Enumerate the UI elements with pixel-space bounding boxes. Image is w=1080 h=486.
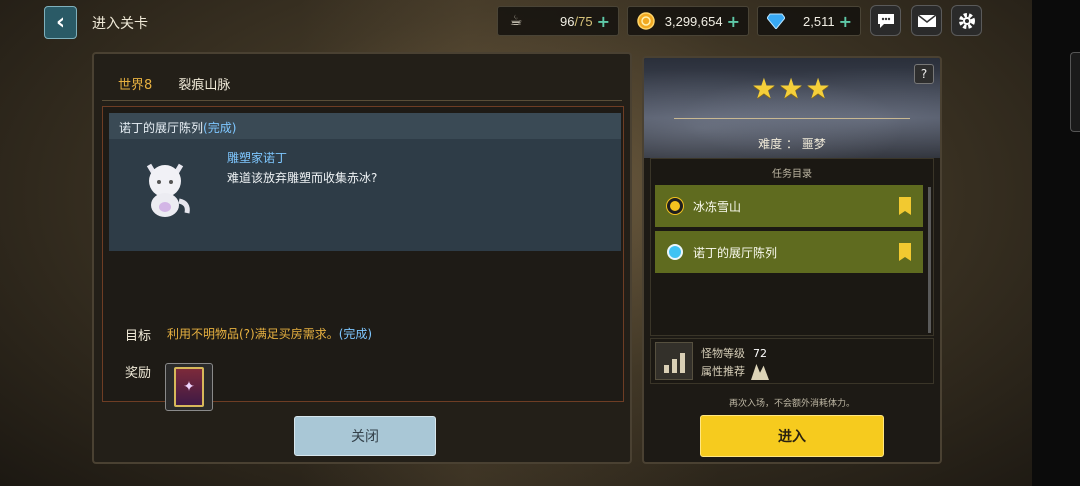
difficulty-label: 难度 ： 噩梦	[758, 137, 826, 151]
npc-portrait	[137, 155, 193, 221]
reward-item-slot[interactable]: ✦	[165, 363, 213, 411]
gold-value: 3,299,654	[664, 13, 723, 29]
reward-label: 奖励	[125, 366, 152, 381]
enter-button[interactable]: 进入	[700, 415, 884, 457]
chat-button[interactable]	[870, 5, 901, 36]
mountain-attribute-icon	[751, 364, 769, 380]
area-label: 裂痕山脉	[178, 78, 231, 93]
quest-detail-panel: 世界8 裂痕山脉 诺丁的展厅陈列(完成) 雕塑家诺丁 难道该放弃雕塑而收集赤冰?…	[92, 52, 632, 464]
settings-gear-icon	[958, 12, 975, 29]
target-marker-icon	[667, 198, 683, 214]
monster-level-label: 怪物等级	[701, 347, 745, 360]
quest-status: (完成)	[203, 121, 237, 135]
quest-title: 诺丁的展厅陈列	[119, 121, 204, 135]
reentry-note: 再次入场，不会额外消耗体力。	[728, 399, 855, 409]
mission-label: 冰冻雪山	[693, 199, 742, 214]
goal-description: 利用不明物品(?)满足买房需求。	[167, 327, 339, 341]
bookmark-icon	[899, 243, 911, 261]
monster-level-value: 72	[753, 347, 767, 360]
mission-label: 诺丁的展厅陈列	[693, 245, 778, 260]
back-button[interactable]: ‹	[44, 6, 77, 39]
npc-dialogue-text: 难道该放弃雕塑而收集赤冰?	[227, 171, 378, 185]
chevron-left-icon: ‹	[55, 10, 66, 35]
quest-content: 诺丁的展厅陈列(完成) 雕塑家诺丁 难道该放弃雕塑而收集赤冰? 目标 利用不明物…	[102, 106, 624, 411]
mail-icon	[917, 13, 936, 27]
card-reward-icon: ✦	[174, 367, 204, 407]
monster-level-row: 怪物等级 72	[701, 345, 767, 361]
mail-button[interactable]	[911, 5, 942, 36]
mission-item[interactable]: 诺丁的展厅陈列	[655, 231, 923, 273]
goal-text: 利用不明物品(?)满足买房需求。(完成)	[167, 325, 372, 342]
goal-label: 目标	[125, 329, 152, 344]
add-gem-button[interactable]: +	[839, 12, 852, 31]
add-stamina-button[interactable]: +	[597, 12, 610, 31]
gem-resource[interactable]: 2,511 +	[757, 6, 861, 36]
npc-name: 雕塑家诺丁	[227, 151, 288, 165]
npc-dialogue: 雕塑家诺丁 难道该放弃雕塑而收集赤冰?	[109, 139, 621, 251]
goal-status: (完成)	[338, 327, 373, 341]
settings-button[interactable]	[951, 5, 982, 36]
gold-coin-icon	[636, 11, 656, 31]
gem-value: 2,511	[803, 13, 835, 29]
diamond-icon	[766, 11, 786, 31]
breadcrumb: 世界8 裂痕山脉	[118, 74, 230, 93]
add-gold-button[interactable]: +	[727, 12, 740, 31]
attribute-row: 属性推荐	[701, 363, 769, 380]
page-title: 进入关卡	[92, 16, 148, 32]
world-label: 世界8	[118, 78, 153, 93]
mission-item[interactable]: 冰冻雪山	[655, 185, 923, 227]
mission-list: 任务目录 冰冻雪山 诺丁的展厅陈列	[650, 158, 934, 336]
close-button[interactable]: 关闭	[294, 416, 436, 456]
gold-resource[interactable]: 3,299,654 +	[627, 6, 749, 36]
stage-info: 怪物等级 72 属性推荐	[650, 338, 934, 384]
ornament-divider	[674, 118, 910, 119]
stamina-resource[interactable]: ☕ 96/75 +	[497, 6, 619, 36]
star-rating: ★★★	[751, 72, 833, 105]
quest-header: 诺丁的展厅陈列(完成)	[109, 113, 621, 139]
scrollbar[interactable]	[928, 187, 931, 333]
side-handle[interactable]	[1070, 52, 1080, 132]
divider	[102, 100, 622, 101]
coffee-cup-icon: ☕	[509, 13, 523, 29]
chat-bubble-icon	[877, 13, 894, 28]
stamina-max: /75	[574, 13, 593, 29]
bookmark-icon	[899, 197, 911, 215]
stamina-value: 96	[560, 13, 575, 29]
quest-dot-icon	[667, 244, 683, 260]
level-chart-icon	[655, 342, 693, 380]
screen-edge	[1032, 0, 1080, 486]
stage-panel: ? ★★★ 难度 ： 噩梦 任务目录 冰冻雪山 诺丁的展厅陈列 怪物等级 72 属…	[642, 56, 942, 464]
mission-list-title: 任务目录	[772, 169, 812, 180]
attribute-label: 属性推荐	[701, 365, 745, 378]
